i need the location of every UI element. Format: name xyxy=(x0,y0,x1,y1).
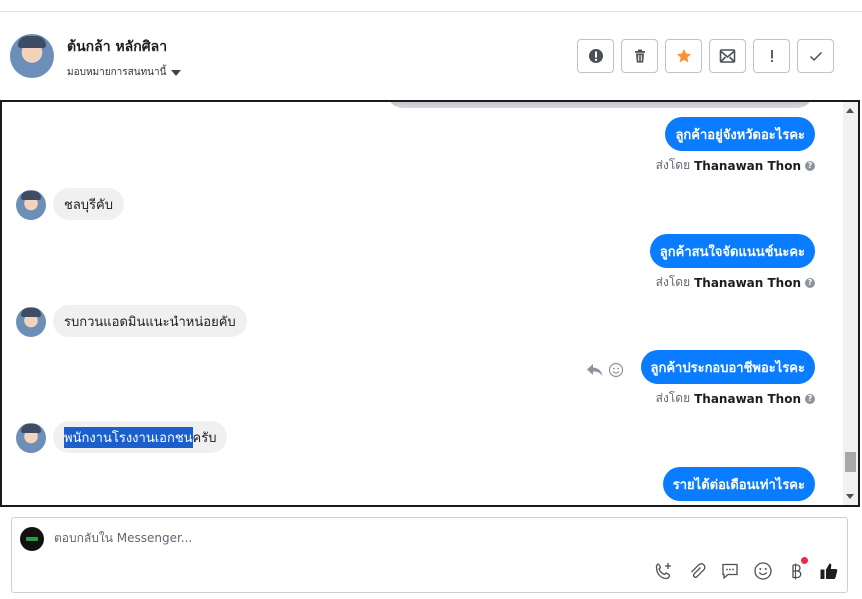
like-button[interactable] xyxy=(818,560,839,581)
payment-button[interactable] xyxy=(785,557,808,581)
exclamation-icon xyxy=(770,50,773,62)
header-actions xyxy=(577,39,834,73)
mark-unread-icon xyxy=(719,49,736,63)
page-logo xyxy=(20,527,44,551)
spam-button[interactable] xyxy=(753,39,790,73)
emoji-button[interactable] xyxy=(752,560,773,581)
call-add-button[interactable] xyxy=(653,560,674,581)
reply-icon[interactable] xyxy=(586,362,604,378)
react-emoji-icon[interactable] xyxy=(608,362,624,378)
incoming-message[interactable]: รบกวนแอดมินแนะนำหน่อยคับ xyxy=(53,305,247,337)
star-icon xyxy=(676,49,691,63)
incoming-message[interactable]: ชลบุรีคับ xyxy=(53,188,124,220)
emoji-icon xyxy=(753,561,772,580)
outgoing-message[interactable]: รายได้ต่อเดือนเท่าไรคะ xyxy=(662,467,815,501)
assign-label: มอบหมายการสนทนานี้ xyxy=(67,67,167,78)
outgoing-message[interactable]: ลูกค้าประกอบอาชีพอะไรคะ xyxy=(640,350,815,384)
scroll-down-arrow-icon[interactable] xyxy=(846,494,854,499)
scroll-up-arrow-icon[interactable] xyxy=(846,108,854,113)
call-add-icon xyxy=(655,562,671,579)
conversation-header: ต้นกล้า หลักศิลา มอบหมายการสนทนานี้ xyxy=(0,12,862,100)
check-icon xyxy=(809,51,822,62)
mark-unread-button[interactable] xyxy=(709,39,746,73)
assign-conversation-dropdown[interactable]: มอบหมายการสนทนานี้ xyxy=(67,65,182,80)
delete-button[interactable] xyxy=(621,39,658,73)
sender-name: Thanawan Thon xyxy=(694,275,801,290)
star-button[interactable] xyxy=(665,39,702,73)
thread-scrollbar[interactable] xyxy=(843,102,858,505)
mark-done-button[interactable] xyxy=(797,39,834,73)
composer-tools xyxy=(653,557,839,581)
scrollbar-thumb[interactable] xyxy=(845,452,856,472)
trash-icon xyxy=(634,49,645,63)
sender-name: Thanawan Thon xyxy=(694,158,801,173)
help-icon[interactable]: ? xyxy=(805,160,815,171)
sender-name: Thanawan Thon xyxy=(694,391,801,406)
selected-text[interactable]: พนักงานโรงงานเอกชน xyxy=(64,426,193,448)
image-attachment[interactable] xyxy=(388,102,812,108)
sent-by-info: ส่งโดย Thanawan Thon ? xyxy=(656,273,815,292)
like-icon xyxy=(820,563,837,579)
outgoing-message[interactable]: ลูกค้าสนใจจัดแนนช์นะคะ xyxy=(649,234,815,268)
contact-avatar-small xyxy=(16,423,46,453)
caret-down-icon xyxy=(171,69,182,76)
contact-avatar-small xyxy=(16,190,46,220)
reply-input[interactable] xyxy=(54,531,754,545)
alert-button[interactable] xyxy=(577,39,614,73)
sent-by-info: ส่งโดย Thanawan Thon ? xyxy=(656,389,815,408)
sent-by-prefix: ส่งโดย xyxy=(655,391,691,405)
reply-composer xyxy=(11,517,848,593)
outgoing-message[interactable]: ลูกค้าอยู่จังหวัดอะไรคะ xyxy=(665,117,815,151)
notification-dot xyxy=(801,557,808,564)
attachment-button[interactable] xyxy=(686,560,707,581)
inbox-conversation-panel: ต้นกล้า หลักศิลา มอบหมายการสนทนานี้ ลูกค… xyxy=(0,0,862,599)
contact-avatar-small xyxy=(16,307,46,337)
attachment-icon xyxy=(690,562,705,578)
help-icon[interactable]: ? xyxy=(805,393,815,404)
message-thread[interactable]: ลูกค้าอยู่จังหวัดอะไรคะ ส่งโดย Thanawan … xyxy=(0,100,860,507)
incoming-message[interactable]: พนักงานโรงงานเอกชน ครับ xyxy=(53,421,228,453)
sent-by-prefix: ส่งโดย xyxy=(655,158,691,172)
sent-by-prefix: ส่งโดย xyxy=(655,275,691,289)
sent-by-info: ส่งโดย Thanawan Thon ? xyxy=(656,156,815,175)
message-text: ครับ xyxy=(192,430,217,446)
message-hover-tools xyxy=(586,362,624,378)
alert-circle-icon xyxy=(588,49,603,63)
saved-reply-icon xyxy=(721,563,738,579)
help-icon[interactable]: ? xyxy=(805,277,815,288)
contact-avatar[interactable] xyxy=(10,34,54,78)
saved-reply-button[interactable] xyxy=(719,560,740,581)
contact-name[interactable]: ต้นกล้า หลักศิลา xyxy=(67,36,167,58)
